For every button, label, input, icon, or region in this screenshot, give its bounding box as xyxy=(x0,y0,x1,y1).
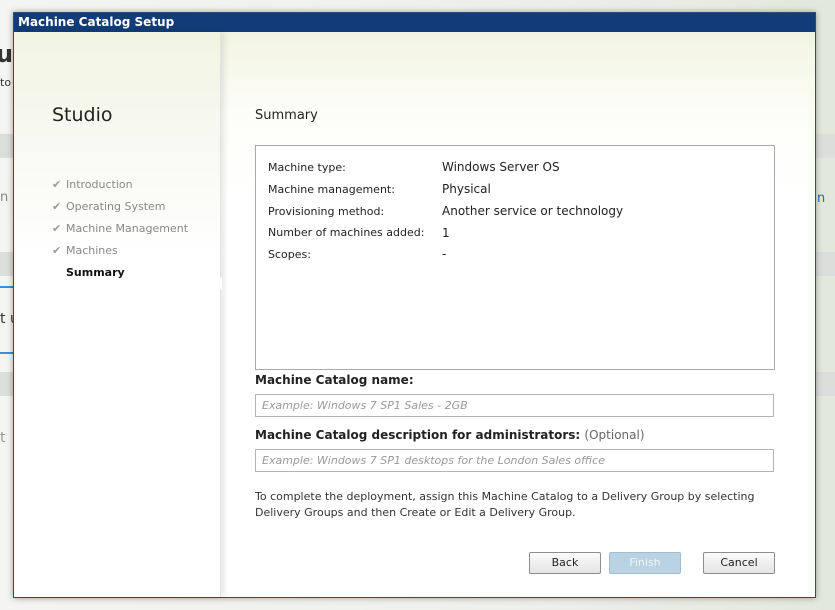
finish-button[interactable]: Finish xyxy=(609,552,681,574)
summary-label: Scopes: xyxy=(268,248,311,261)
summary-value: Another service or technology xyxy=(442,204,624,218)
step-label: Summary xyxy=(66,266,125,279)
checkmark-icon: ✔ xyxy=(52,178,62,191)
step-label: Introduction xyxy=(66,178,133,191)
back-button[interactable]: Back xyxy=(529,552,601,574)
summary-label: Machine type: xyxy=(268,161,346,174)
step-summary: Summary xyxy=(52,266,188,288)
summary-value: - xyxy=(442,247,447,261)
step-label: Machine Management xyxy=(66,222,189,235)
background-text: t xyxy=(0,430,6,446)
summary-value: Physical xyxy=(442,182,491,196)
background-accent xyxy=(0,286,13,288)
step-introduction[interactable]: ✔ Introduction xyxy=(52,178,188,200)
summary-label: Number of machines added: xyxy=(268,226,425,239)
cancel-button[interactable]: Cancel xyxy=(703,552,775,574)
catalog-description-label: Machine Catalog description for administ… xyxy=(255,428,645,442)
summary-value: Windows Server OS xyxy=(442,160,560,174)
background-accent xyxy=(0,352,13,354)
summary-panel: Machine type: Windows Server OS Machine … xyxy=(255,145,775,370)
dialog-title: Machine Catalog Setup xyxy=(14,13,815,32)
catalog-description-input[interactable] xyxy=(255,449,774,472)
step-label: Operating System xyxy=(66,200,166,213)
catalog-name-label: Machine Catalog name: xyxy=(255,373,414,387)
background-text: u xyxy=(0,40,14,68)
summary-value: 1 xyxy=(442,226,450,240)
background-text: n xyxy=(0,190,9,205)
optional-tag: (Optional) xyxy=(584,428,645,442)
catalog-name-input[interactable] xyxy=(255,394,774,417)
machine-catalog-setup-dialog: Machine Catalog Setup Studio ✔ Introduct… xyxy=(13,12,816,598)
wizard-steps: ✔ Introduction ✔ Operating System ✔ Mach… xyxy=(52,178,188,288)
checkmark-icon: ✔ xyxy=(52,222,62,235)
checkmark-icon: ✔ xyxy=(52,200,62,213)
background-text: to xyxy=(0,76,12,89)
current-step-pointer xyxy=(215,276,222,290)
step-machines[interactable]: ✔ Machines xyxy=(52,244,188,266)
step-label: Machines xyxy=(66,244,118,257)
step-machine-management[interactable]: ✔ Machine Management xyxy=(52,222,188,244)
section-title: Summary xyxy=(255,108,318,123)
deployment-note: To complete the deployment, assign this … xyxy=(255,490,755,519)
summary-label: Machine management: xyxy=(268,183,395,196)
checkmark-icon: ✔ xyxy=(52,244,62,257)
summary-label: Provisioning method: xyxy=(268,205,385,218)
background-text: n xyxy=(817,191,826,206)
catalog-description-label-text: Machine Catalog description for administ… xyxy=(255,428,581,442)
wizard-nav-panel: Studio ✔ Introduction ✔ Operating System… xyxy=(14,32,221,597)
step-operating-system[interactable]: ✔ Operating System xyxy=(52,200,188,222)
studio-brand: Studio xyxy=(52,104,113,126)
dialog-body: Studio ✔ Introduction ✔ Operating System… xyxy=(14,32,815,597)
